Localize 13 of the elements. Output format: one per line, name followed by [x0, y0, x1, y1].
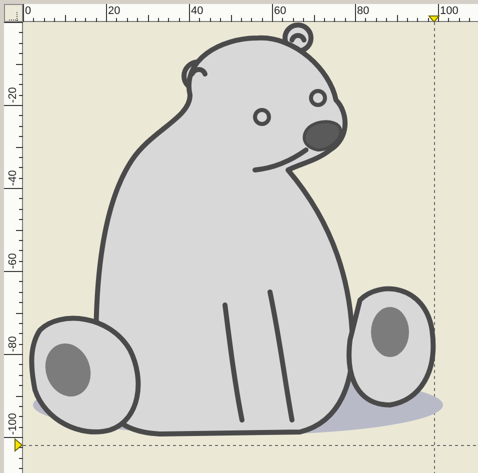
ruler-corner-button[interactable] [4, 4, 23, 22]
ruler-label: 80 [357, 5, 370, 17]
ruler-label: -100 [7, 412, 19, 435]
dotted-corner-icon [9, 12, 18, 21]
ruler-label: -20 [7, 87, 19, 103]
ruler-label: 100 [440, 5, 458, 17]
ruler-label: -80 [7, 336, 19, 352]
ruler-label: 60 [274, 5, 286, 17]
ruler-label: -40 [7, 170, 19, 186]
ruler-label: 0 [25, 5, 32, 17]
ruler-label: 40 [191, 5, 204, 17]
ruler-label: -60 [7, 253, 19, 269]
ruler-label: 20 [108, 5, 120, 17]
